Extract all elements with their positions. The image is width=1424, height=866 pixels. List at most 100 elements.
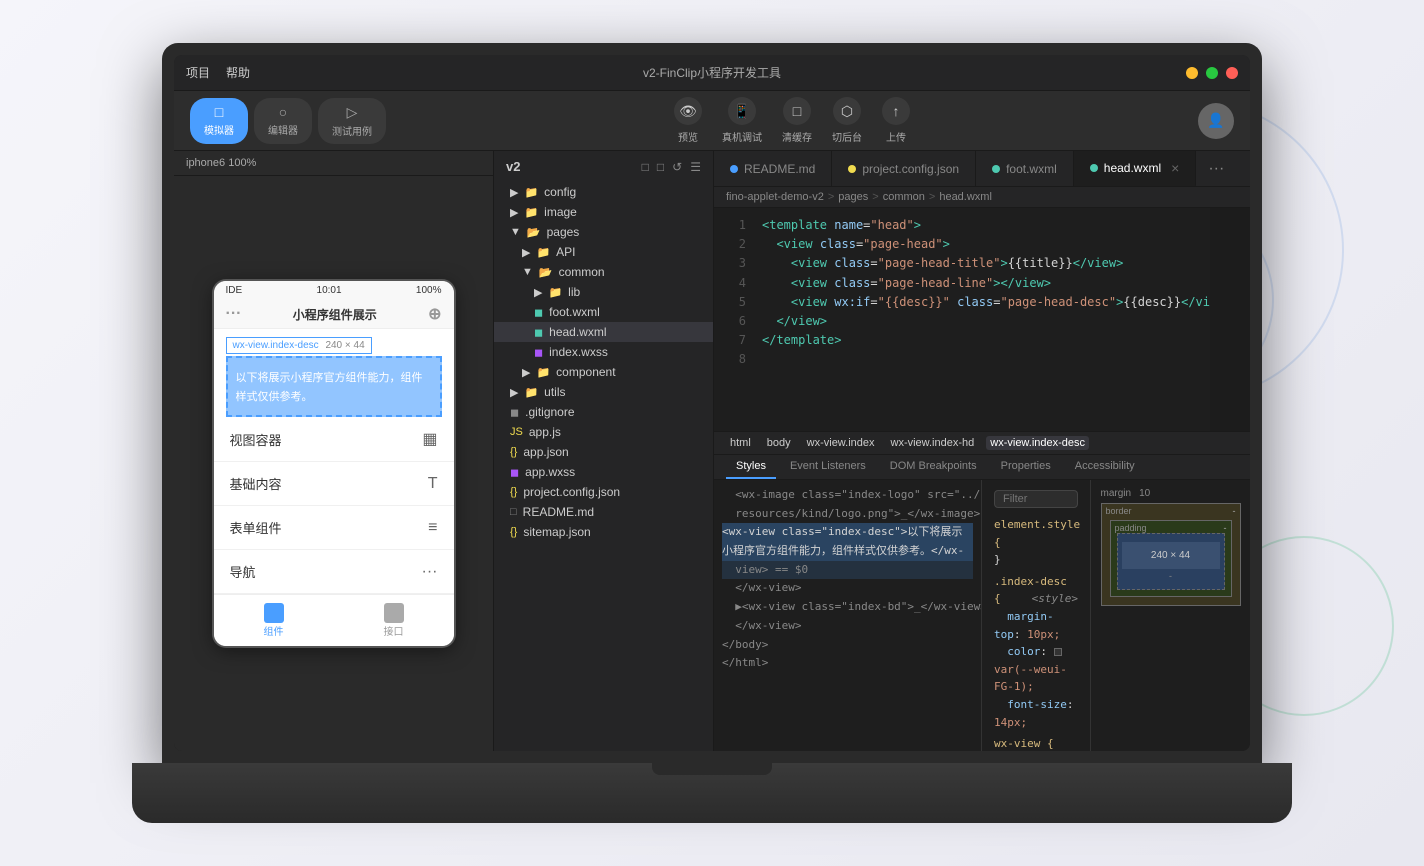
html-tree: <wx-image class="index-logo" src="../res…: [722, 486, 973, 673]
tree-item-sitemap[interactable]: {} sitemap.json: [494, 522, 713, 542]
window-close-button[interactable]: [1226, 67, 1238, 79]
window-minimize-button[interactable]: [1186, 67, 1198, 79]
code-editor[interactable]: 1 2 3 4 5 6 7 8 <template name="head">: [714, 208, 1250, 431]
menu-item-help[interactable]: 帮助: [226, 64, 250, 81]
folder-icon-component: 📁: [536, 366, 550, 379]
elem-tag-body[interactable]: body: [763, 436, 795, 450]
tree-item-config[interactable]: ▶ 📁 config: [494, 182, 713, 202]
tree-item-foot-wxml[interactable]: ◼ foot.wxml: [494, 302, 713, 322]
devtab-dom-breakpoints[interactable]: DOM Breakpoints: [880, 455, 987, 479]
tab-foot[interactable]: foot.wxml: [976, 151, 1074, 186]
window-maximize-button[interactable]: [1206, 67, 1218, 79]
real-device-tool[interactable]: 📱 真机调试: [722, 97, 762, 144]
phone-section-3[interactable]: 导航 ···: [214, 550, 454, 594]
breadcrumb-pages: pages: [838, 191, 868, 203]
wxml-icon-foot: ◼: [534, 306, 543, 319]
clear-cache-tool[interactable]: □ 清缓存: [782, 97, 812, 144]
phone-battery: 100%: [416, 285, 442, 296]
folder-icon-common: 📂: [539, 266, 553, 279]
breadcrumb-common: common: [883, 191, 925, 203]
titlebar-center: v2-FinClip小程序开发工具: [643, 64, 781, 81]
refresh-icon[interactable]: ↺: [672, 160, 682, 174]
tab-head[interactable]: head.wxml ×: [1074, 151, 1197, 186]
new-file-icon[interactable]: □: [642, 160, 649, 174]
elem-tag-wx-view[interactable]: wx-view.index: [803, 436, 879, 450]
style-rule-element: element.style { }: [994, 516, 1078, 569]
menu-items: 项目 帮助: [186, 64, 250, 81]
tree-item-lib[interactable]: ▶ 📁 lib: [494, 282, 713, 302]
devtab-event-listeners[interactable]: Event Listeners: [780, 455, 876, 479]
elem-tag-wx-view-hd[interactable]: wx-view.index-hd: [887, 436, 979, 450]
tree-item-utils[interactable]: ▶ 📁 utils: [494, 382, 713, 402]
phone-section-0[interactable]: 视图容器 ▦: [214, 417, 454, 462]
code-line-5: <view wx:if="{{desc}}" class="page-head-…: [762, 293, 1242, 312]
phone-frame: IDE 10:01 100% ··· 小程序组件展示 ⊕: [214, 281, 454, 646]
tab-more-button[interactable]: ···: [1196, 151, 1236, 186]
devtab-styles[interactable]: Styles: [726, 455, 776, 479]
user-avatar[interactable]: 👤: [1198, 103, 1234, 139]
tab-project-config[interactable]: project.config.json: [832, 151, 976, 186]
tree-item-index-wxss[interactable]: ◼ index.wxss: [494, 342, 713, 362]
html-line-8: </body>: [722, 636, 973, 655]
tree-label-app-js: app.js: [529, 425, 561, 439]
file-tree-title: v2: [506, 159, 520, 174]
elem-tag-wx-view-desc[interactable]: wx-view.index-desc: [986, 436, 1089, 450]
tab-close-icon[interactable]: ×: [1171, 160, 1179, 176]
tree-label-pages: pages: [547, 225, 580, 239]
devtab-accessibility[interactable]: Accessibility: [1065, 455, 1145, 479]
simulator-button[interactable]: □ 模拟器: [190, 98, 248, 144]
breadcrumb-file: head.wxml: [939, 191, 992, 203]
main-content: iphone6 100% IDE 10:01 100%: [174, 151, 1250, 751]
line-num-6: 6: [714, 312, 746, 331]
tree-label-gitignore: .gitignore: [525, 405, 574, 419]
tree-item-api[interactable]: ▶ 📁 API: [494, 242, 713, 262]
phone-section-1[interactable]: 基础内容 T: [214, 462, 454, 506]
menu-item-project[interactable]: 项目: [186, 64, 210, 81]
app-title: v2-FinClip小程序开发工具: [643, 66, 781, 80]
project-config-tab-icon: [848, 165, 856, 173]
section-icon-0: ▦: [422, 429, 437, 449]
tree-item-component[interactable]: ▶ 📁 component: [494, 362, 713, 382]
preview-tool[interactable]: 👁 预览: [674, 97, 702, 144]
tree-item-head-wxml[interactable]: ◼ head.wxml: [494, 322, 713, 342]
tree-item-app-js[interactable]: JS app.js: [494, 422, 713, 442]
tab-readme[interactable]: README.md: [714, 151, 832, 186]
test-button[interactable]: ▷ 测试用例: [318, 98, 386, 144]
tree-item-pages[interactable]: ▼ 📂 pages: [494, 222, 713, 242]
tree-label-readme: README.md: [523, 505, 594, 519]
html-line-3-highlighted: <wx-view class="index-desc">以下将展示小程序官方组件…: [722, 523, 973, 560]
phone-wrapper: IDE 10:01 100% ··· 小程序组件展示 ⊕: [174, 176, 493, 751]
tree-item-gitignore[interactable]: ◼ .gitignore: [494, 402, 713, 422]
editor-button[interactable]: ○ 编辑器: [254, 98, 312, 144]
new-folder-icon[interactable]: □: [657, 160, 664, 174]
folder-icon-image: 📁: [524, 206, 538, 219]
tree-item-app-json[interactable]: {} app.json: [494, 442, 713, 462]
tree-item-project-config[interactable]: {} project.config.json: [494, 482, 713, 502]
phone-section-2[interactable]: 表单组件 ≡: [214, 506, 454, 550]
filter-input[interactable]: [1003, 493, 1090, 505]
folder-icon-pages: 📂: [527, 226, 541, 239]
nav-item-api[interactable]: 接口: [334, 595, 454, 646]
upload-icon: ↑: [882, 97, 910, 125]
padding-label: padding: [1115, 523, 1147, 533]
tree-item-common[interactable]: ▼ 📂 common: [494, 262, 713, 282]
chevron-right-icon: ▶: [510, 186, 518, 199]
nav-item-components[interactable]: 组件: [214, 595, 334, 646]
line-numbers: 1 2 3 4 5 6 7 8: [714, 208, 754, 431]
tree-label-utils: utils: [544, 385, 565, 399]
style-comment: <style>: [1032, 590, 1078, 608]
switch-background-tool[interactable]: ⬡ 切后台: [832, 97, 862, 144]
folder-icon-utils: 📁: [524, 386, 538, 399]
minimap: [1210, 208, 1250, 431]
collapse-icon[interactable]: ☰: [690, 160, 701, 174]
upload-tool[interactable]: ↑ 上传: [882, 97, 910, 144]
tree-item-image[interactable]: ▶ 📁 image: [494, 202, 713, 222]
tree-label-image: image: [544, 205, 577, 219]
tree-item-readme[interactable]: □ README.md: [494, 502, 713, 522]
elem-tag-html[interactable]: html: [726, 436, 755, 450]
devtab-properties[interactable]: Properties: [991, 455, 1061, 479]
phone-desc: 以下将展示小程序官方组件能力，组件样式仅供参考。: [236, 372, 423, 403]
breadcrumb-root: fino-applet-demo-v2: [726, 191, 824, 203]
code-line-7: </template>: [762, 331, 1242, 350]
tree-item-app-wxss[interactable]: ◼ app.wxss: [494, 462, 713, 482]
